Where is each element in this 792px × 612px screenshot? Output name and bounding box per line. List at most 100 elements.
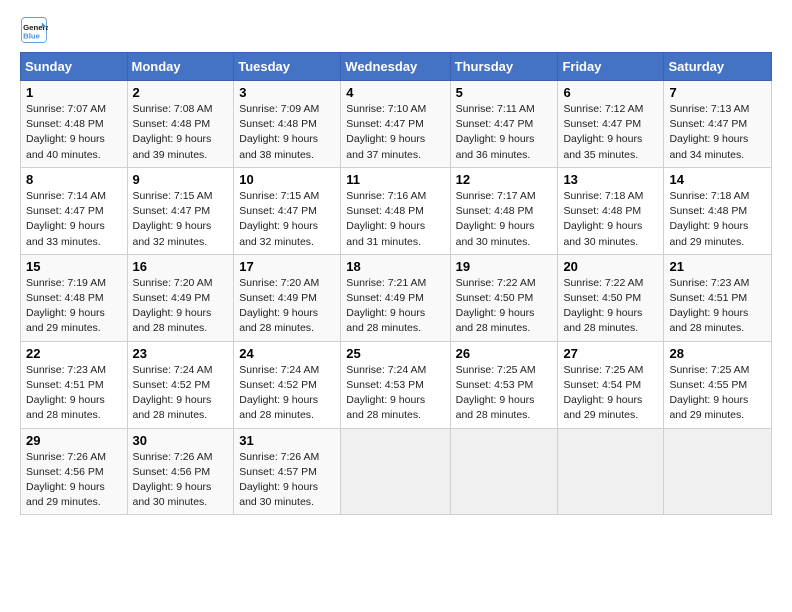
day-detail: Sunrise: 7:20 AMSunset: 4:49 PMDaylight:… bbox=[239, 276, 335, 337]
day-detail: Sunrise: 7:18 AMSunset: 4:48 PMDaylight:… bbox=[669, 189, 766, 250]
svg-text:Blue: Blue bbox=[23, 32, 41, 41]
day-number: 21 bbox=[669, 259, 766, 274]
day-number: 22 bbox=[26, 346, 122, 361]
week-row-5: 29 Sunrise: 7:26 AMSunset: 4:56 PMDayligh… bbox=[21, 428, 772, 515]
day-detail: Sunrise: 7:16 AMSunset: 4:48 PMDaylight:… bbox=[346, 189, 444, 250]
day-detail: Sunrise: 7:15 AMSunset: 4:47 PMDaylight:… bbox=[239, 189, 335, 250]
day-detail: Sunrise: 7:26 AMSunset: 4:56 PMDaylight:… bbox=[133, 450, 229, 511]
day-cell: 7 Sunrise: 7:13 AMSunset: 4:47 PMDaylight… bbox=[664, 81, 772, 168]
day-cell: 20 Sunrise: 7:22 AMSunset: 4:50 PMDayligh… bbox=[558, 254, 664, 341]
day-number: 11 bbox=[346, 172, 444, 187]
weekday-header-wednesday: Wednesday bbox=[341, 53, 450, 81]
day-cell bbox=[664, 428, 772, 515]
day-detail: Sunrise: 7:07 AMSunset: 4:48 PMDaylight:… bbox=[26, 102, 122, 163]
day-cell bbox=[341, 428, 450, 515]
day-number: 23 bbox=[133, 346, 229, 361]
day-number: 31 bbox=[239, 433, 335, 448]
day-number: 17 bbox=[239, 259, 335, 274]
day-number: 29 bbox=[26, 433, 122, 448]
day-detail: Sunrise: 7:25 AMSunset: 4:55 PMDaylight:… bbox=[669, 363, 766, 424]
day-number: 12 bbox=[456, 172, 553, 187]
day-cell: 10 Sunrise: 7:15 AMSunset: 4:47 PMDayligh… bbox=[234, 167, 341, 254]
day-detail: Sunrise: 7:21 AMSunset: 4:49 PMDaylight:… bbox=[346, 276, 444, 337]
day-detail: Sunrise: 7:13 AMSunset: 4:47 PMDaylight:… bbox=[669, 102, 766, 163]
day-detail: Sunrise: 7:17 AMSunset: 4:48 PMDaylight:… bbox=[456, 189, 553, 250]
day-cell: 23 Sunrise: 7:24 AMSunset: 4:52 PMDayligh… bbox=[127, 341, 234, 428]
day-detail: Sunrise: 7:20 AMSunset: 4:49 PMDaylight:… bbox=[133, 276, 229, 337]
day-cell: 31 Sunrise: 7:26 AMSunset: 4:57 PMDayligh… bbox=[234, 428, 341, 515]
day-cell: 5 Sunrise: 7:11 AMSunset: 4:47 PMDaylight… bbox=[450, 81, 558, 168]
day-cell: 3Sunrise: 7:09 AMSunset: 4:48 PMDaylight… bbox=[234, 81, 341, 168]
day-cell: 12 Sunrise: 7:17 AMSunset: 4:48 PMDayligh… bbox=[450, 167, 558, 254]
svg-text:General: General bbox=[23, 23, 48, 32]
day-number: 13 bbox=[563, 172, 658, 187]
day-number: 18 bbox=[346, 259, 444, 274]
day-number: 20 bbox=[563, 259, 658, 274]
day-number: 10 bbox=[239, 172, 335, 187]
day-number: 4 bbox=[346, 85, 444, 100]
day-number: 15 bbox=[26, 259, 122, 274]
day-cell: 28 Sunrise: 7:25 AMSunset: 4:55 PMDayligh… bbox=[664, 341, 772, 428]
day-number: 26 bbox=[456, 346, 553, 361]
day-cell: 24 Sunrise: 7:24 AMSunset: 4:52 PMDayligh… bbox=[234, 341, 341, 428]
day-detail: Sunrise: 7:26 AMSunset: 4:57 PMDaylight:… bbox=[239, 450, 335, 511]
logo: General Blue bbox=[20, 16, 52, 44]
weekday-header-monday: Monday bbox=[127, 53, 234, 81]
day-detail: Sunrise: 7:12 AMSunset: 4:47 PMDaylight:… bbox=[563, 102, 658, 163]
day-cell: 21Sunrise: 7:23 AMSunset: 4:51 PMDayligh… bbox=[664, 254, 772, 341]
day-detail: Sunrise: 7:19 AMSunset: 4:48 PMDaylight:… bbox=[26, 276, 122, 337]
day-number: 25 bbox=[346, 346, 444, 361]
day-number: 14 bbox=[669, 172, 766, 187]
day-cell: 6 Sunrise: 7:12 AMSunset: 4:47 PMDaylight… bbox=[558, 81, 664, 168]
page: General Blue SundayMondayTuesdayWednesda… bbox=[0, 0, 792, 535]
day-detail: Sunrise: 7:22 AMSunset: 4:50 PMDaylight:… bbox=[563, 276, 658, 337]
day-detail: Sunrise: 7:08 AMSunset: 4:48 PMDaylight:… bbox=[133, 102, 229, 163]
day-number: 16 bbox=[133, 259, 229, 274]
day-cell: 25Sunrise: 7:24 AMSunset: 4:53 PMDayligh… bbox=[341, 341, 450, 428]
day-detail: Sunrise: 7:23 AMSunset: 4:51 PMDaylight:… bbox=[26, 363, 122, 424]
day-number: 24 bbox=[239, 346, 335, 361]
week-row-4: 22 Sunrise: 7:23 AMSunset: 4:51 PMDayligh… bbox=[21, 341, 772, 428]
day-number: 9 bbox=[133, 172, 229, 187]
day-detail: Sunrise: 7:25 AMSunset: 4:53 PMDaylight:… bbox=[456, 363, 553, 424]
day-cell: 4 Sunrise: 7:10 AMSunset: 4:47 PMDaylight… bbox=[341, 81, 450, 168]
day-detail: Sunrise: 7:24 AMSunset: 4:52 PMDaylight:… bbox=[133, 363, 229, 424]
day-cell: 19 Sunrise: 7:22 AMSunset: 4:50 PMDayligh… bbox=[450, 254, 558, 341]
day-cell: 29Sunrise: 7:26 AMSunset: 4:56 PMDayligh… bbox=[21, 428, 128, 515]
day-cell bbox=[558, 428, 664, 515]
logo-icon: General Blue bbox=[20, 16, 48, 44]
day-cell: 13 Sunrise: 7:18 AMSunset: 4:48 PMDayligh… bbox=[558, 167, 664, 254]
day-number: 6 bbox=[563, 85, 658, 100]
day-number: 27 bbox=[563, 346, 658, 361]
day-cell: 15 Sunrise: 7:19 AMSunset: 4:48 PMDayligh… bbox=[21, 254, 128, 341]
day-cell: 9 Sunrise: 7:15 AMSunset: 4:47 PMDaylight… bbox=[127, 167, 234, 254]
day-number: 7 bbox=[669, 85, 766, 100]
day-detail: Sunrise: 7:24 AMSunset: 4:52 PMDaylight:… bbox=[239, 363, 335, 424]
day-cell: 22 Sunrise: 7:23 AMSunset: 4:51 PMDayligh… bbox=[21, 341, 128, 428]
week-row-1: 1 Sunrise: 7:07 AMSunset: 4:48 PMDaylight… bbox=[21, 81, 772, 168]
weekday-header-tuesday: Tuesday bbox=[234, 53, 341, 81]
weekday-header-thursday: Thursday bbox=[450, 53, 558, 81]
day-detail: Sunrise: 7:11 AMSunset: 4:47 PMDaylight:… bbox=[456, 102, 553, 163]
day-number: 1 bbox=[26, 85, 122, 100]
header: General Blue bbox=[20, 16, 772, 44]
weekday-header-sunday: Sunday bbox=[21, 53, 128, 81]
day-cell: 18 Sunrise: 7:21 AMSunset: 4:49 PMDayligh… bbox=[341, 254, 450, 341]
day-number: 19 bbox=[456, 259, 553, 274]
day-cell: 1 Sunrise: 7:07 AMSunset: 4:48 PMDaylight… bbox=[21, 81, 128, 168]
day-number: 28 bbox=[669, 346, 766, 361]
day-cell: 8Sunrise: 7:14 AMSunset: 4:47 PMDaylight… bbox=[21, 167, 128, 254]
weekday-header-saturday: Saturday bbox=[664, 53, 772, 81]
day-detail: Sunrise: 7:10 AMSunset: 4:47 PMDaylight:… bbox=[346, 102, 444, 163]
day-cell: 30Sunrise: 7:26 AMSunset: 4:56 PMDayligh… bbox=[127, 428, 234, 515]
day-cell bbox=[450, 428, 558, 515]
day-cell: 14 Sunrise: 7:18 AMSunset: 4:48 PMDayligh… bbox=[664, 167, 772, 254]
day-cell: 11 Sunrise: 7:16 AMSunset: 4:48 PMDayligh… bbox=[341, 167, 450, 254]
day-detail: Sunrise: 7:15 AMSunset: 4:47 PMDaylight:… bbox=[133, 189, 229, 250]
day-detail: Sunrise: 7:18 AMSunset: 4:48 PMDaylight:… bbox=[563, 189, 658, 250]
weekday-header-row: SundayMondayTuesdayWednesdayThursdayFrid… bbox=[21, 53, 772, 81]
day-number: 5 bbox=[456, 85, 553, 100]
day-detail: Sunrise: 7:22 AMSunset: 4:50 PMDaylight:… bbox=[456, 276, 553, 337]
day-detail: Sunrise: 7:14 AMSunset: 4:47 PMDaylight:… bbox=[26, 189, 122, 250]
day-cell: 17 Sunrise: 7:20 AMSunset: 4:49 PMDayligh… bbox=[234, 254, 341, 341]
